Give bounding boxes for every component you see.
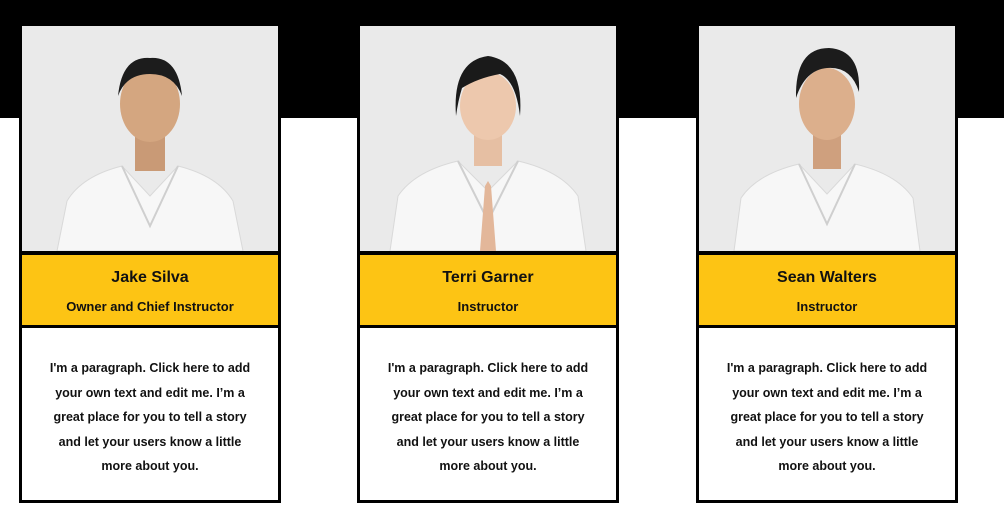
nameplate: Jake Silva Owner and Chief Instructor [22,251,278,328]
member-role: Instructor [796,299,858,314]
team-card-terri-garner: Terri Garner Instructor I'm a paragraph.… [357,23,619,503]
member-bio[interactable]: I'm a paragraph. Click here to add your … [22,328,278,500]
team-member-photo[interactable] [360,26,616,251]
member-name: Jake Silva [111,269,189,286]
member-name: Sean Walters [777,269,877,286]
team-member-photo[interactable] [22,26,278,251]
member-role: Owner and Chief Instructor [66,299,234,314]
member-bio[interactable]: I'm a paragraph. Click here to add your … [360,328,616,500]
nameplate: Sean Walters Instructor [699,251,955,328]
team-card-sean-walters: Sean Walters Instructor I'm a paragraph.… [696,23,958,503]
member-name: Terri Garner [442,269,534,286]
team-card-jake-silva: Jake Silva Owner and Chief Instructor I'… [19,23,281,503]
member-bio[interactable]: I'm a paragraph. Click here to add your … [699,328,955,500]
nameplate: Terri Garner Instructor [360,251,616,328]
team-member-photo[interactable] [699,26,955,251]
member-role: Instructor [457,299,519,314]
